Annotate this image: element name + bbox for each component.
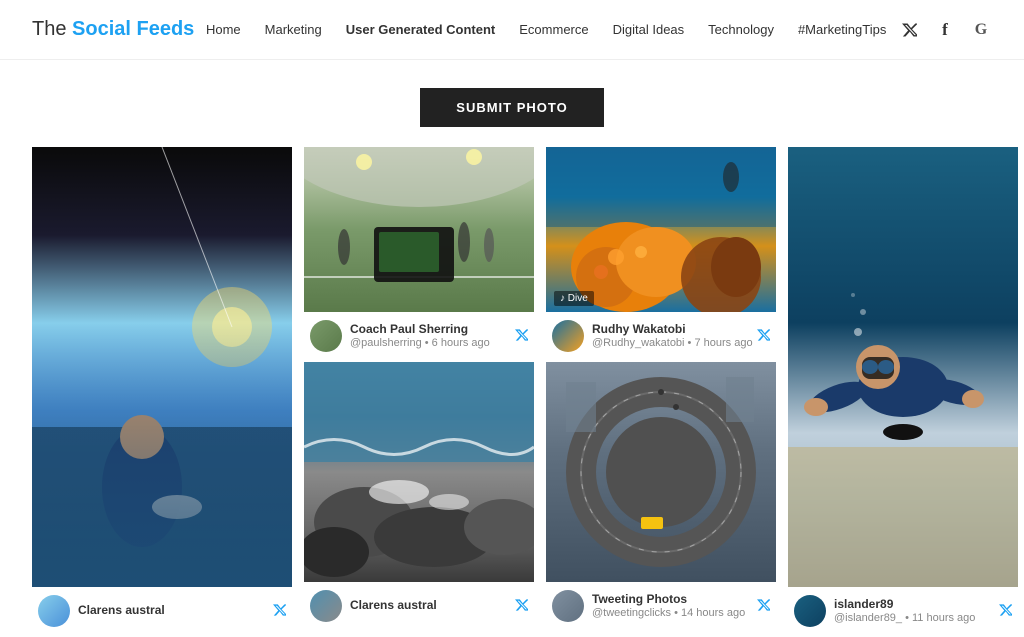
column-3: ♪ Dive Rudhy Wakatobi @Rudhy_wakatobi • … [546, 147, 776, 637]
nav-marketing[interactable]: Marketing [265, 22, 322, 37]
social-icons-group: f G [898, 19, 992, 41]
user-info-coral: Rudhy Wakatobi @Rudhy_wakatobi • 7 hours… [552, 320, 753, 352]
avatar-aerial [552, 590, 584, 622]
logo-text-regular: The [32, 18, 72, 40]
card-info-fishing: Clarens austral [32, 587, 292, 631]
nav-technology[interactable]: Technology [708, 22, 774, 37]
twitter-share-coral[interactable] [756, 328, 770, 344]
userhandle-diver: @islander89_ • 11 hours ago [834, 612, 975, 625]
submit-photo-button[interactable]: SUBMIT PHOTO [420, 88, 603, 127]
photo-card-rocks: Clarens austral [304, 362, 534, 626]
user-info-aerial: Tweeting Photos @tweetingclicks • 14 hou… [552, 590, 745, 622]
user-info-sports: Coach Paul Sherring @paulsherring • 6 ho… [310, 320, 490, 352]
card-info-aerial: Tweeting Photos @tweetingclicks • 14 hou… [546, 582, 776, 632]
photo-rocks[interactable] [304, 362, 534, 582]
username-diver: islander89 [834, 597, 975, 613]
facebook-icon[interactable]: f [934, 19, 956, 41]
site-header: The Social Feeds Home Marketing User Gen… [0, 0, 1024, 60]
watermark-dive: ♪ Dive [554, 291, 594, 306]
user-text-sports: Coach Paul Sherring @paulsherring • 6 ho… [350, 322, 490, 351]
photo-coral[interactable]: ♪ Dive [546, 147, 776, 312]
twitter-share-rocks[interactable] [514, 598, 528, 614]
avatar-coral [552, 320, 584, 352]
avatar-fishing [38, 595, 70, 627]
user-text-diver: islander89 @islander89_ • 11 hours ago [834, 597, 975, 626]
username-coral: Rudhy Wakatobi [592, 322, 753, 338]
photo-diver[interactable] [788, 147, 1018, 587]
card-info-diver: islander89 @islander89_ • 11 hours ago [788, 587, 1018, 637]
column-1: Clarens austral [32, 147, 292, 637]
card-info-sports: Coach Paul Sherring @paulsherring • 6 ho… [304, 312, 534, 362]
avatar-sports [310, 320, 342, 352]
userhandle-coral: @Rudhy_wakatobi • 7 hours ago [592, 337, 753, 350]
user-text-coral: Rudhy Wakatobi @Rudhy_wakatobi • 7 hours… [592, 322, 753, 351]
userhandle-aerial: @tweetingclicks • 14 hours ago [592, 607, 745, 620]
avatar-rocks [310, 590, 342, 622]
twitter-share-diver[interactable] [998, 603, 1012, 619]
main-nav: Home Marketing User Generated Content Ec… [206, 22, 886, 37]
user-text-aerial: Tweeting Photos @tweetingclicks • 14 hou… [592, 592, 745, 621]
column-4: islander89 @islander89_ • 11 hours ago [788, 147, 1018, 637]
logo-text-bold: Social Feeds [72, 18, 194, 40]
submit-area: SUBMIT PHOTO [0, 60, 1024, 147]
username-rocks: Clarens austral [350, 598, 437, 614]
site-logo[interactable]: The Social Feeds [32, 18, 194, 41]
userhandle-sports: @paulsherring • 6 hours ago [350, 337, 490, 350]
avatar-diver [794, 595, 826, 627]
twitter-share-fishing[interactable] [272, 603, 286, 619]
nav-digital-ideas[interactable]: Digital Ideas [613, 22, 685, 37]
user-text-rocks: Clarens austral [350, 598, 437, 614]
photo-grid: Clarens austral [0, 147, 1024, 637]
photo-card-fishing: Clarens austral [32, 147, 292, 631]
nav-ugc[interactable]: User Generated Content [346, 22, 496, 37]
photo-card-coral: ♪ Dive Rudhy Wakatobi @Rudhy_wakatobi • … [546, 147, 776, 362]
photo-card-sports: Coach Paul Sherring @paulsherring • 6 ho… [304, 147, 534, 362]
nav-home[interactable]: Home [206, 22, 241, 37]
photo-aerial[interactable] [546, 362, 776, 582]
nav-ecommerce[interactable]: Ecommerce [519, 22, 588, 37]
nav-marketing-tips[interactable]: #MarketingTips [798, 22, 886, 37]
photo-fishing[interactable] [32, 147, 292, 587]
twitter-icon[interactable] [898, 19, 920, 41]
twitter-share-sports[interactable] [514, 328, 528, 344]
user-info-fishing: Clarens austral [38, 595, 165, 627]
twitter-share-aerial[interactable] [756, 598, 770, 614]
username-fishing: Clarens austral [78, 603, 165, 619]
photo-card-diver: islander89 @islander89_ • 11 hours ago [788, 147, 1018, 637]
username-aerial: Tweeting Photos [592, 592, 745, 608]
card-info-coral: Rudhy Wakatobi @Rudhy_wakatobi • 7 hours… [546, 312, 776, 362]
username-sports: Coach Paul Sherring [350, 322, 490, 338]
column-2: Coach Paul Sherring @paulsherring • 6 ho… [304, 147, 534, 637]
user-info-rocks: Clarens austral [310, 590, 437, 622]
user-text-fishing: Clarens austral [78, 603, 165, 619]
google-icon[interactable]: G [970, 19, 992, 41]
photo-sports[interactable] [304, 147, 534, 312]
user-info-diver: islander89 @islander89_ • 11 hours ago [794, 595, 975, 627]
photo-card-aerial: Tweeting Photos @tweetingclicks • 14 hou… [546, 362, 776, 632]
